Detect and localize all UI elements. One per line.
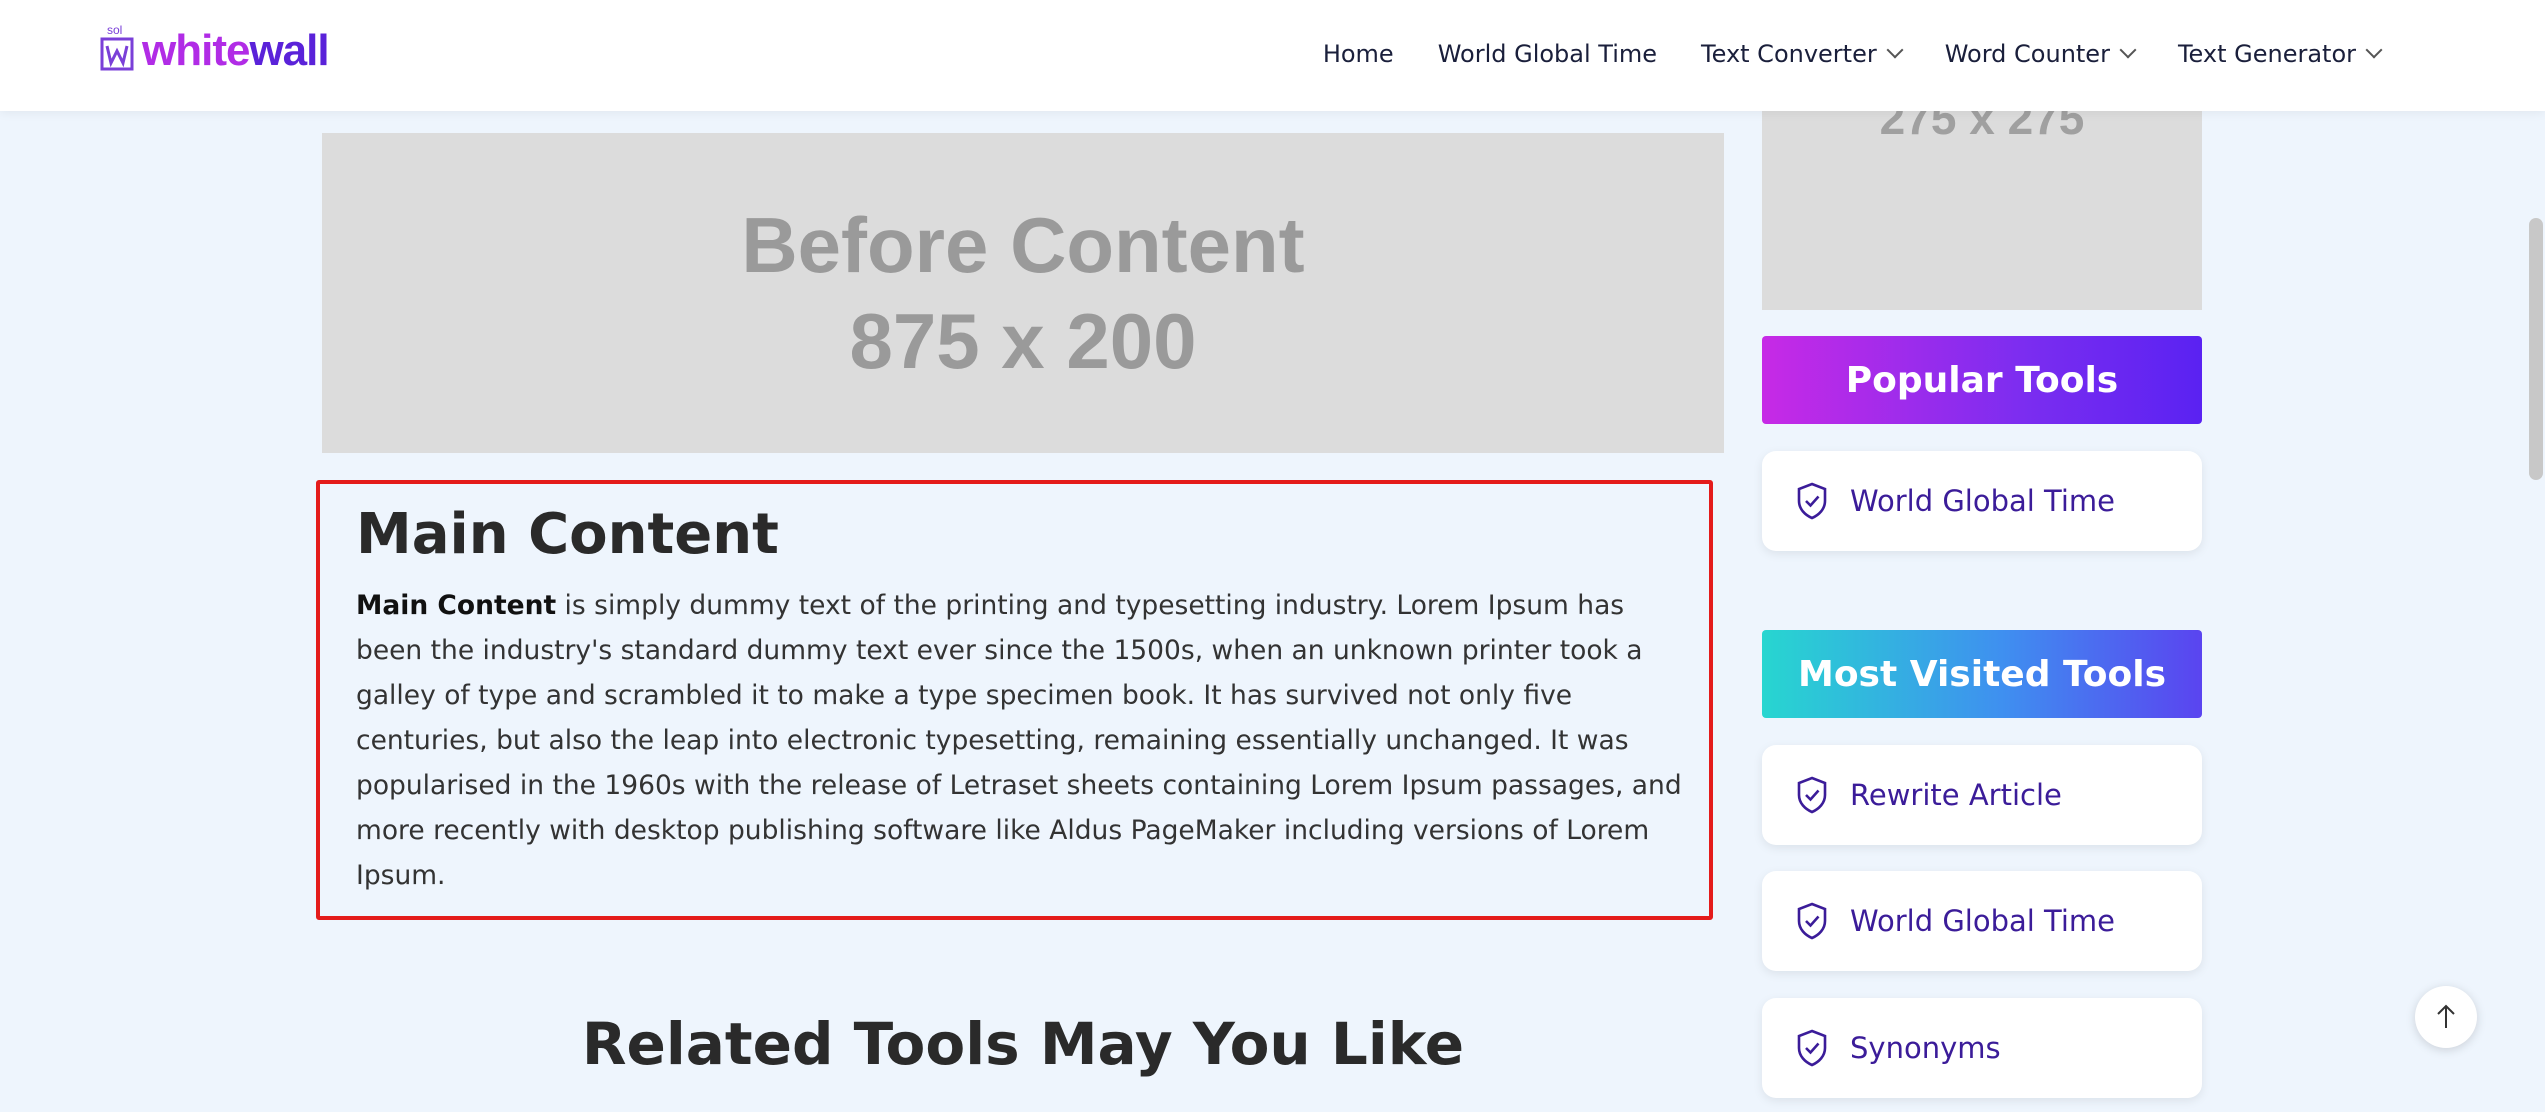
nav-world-global-time[interactable]: World Global Time [1438, 40, 1657, 68]
scroll-to-top-button[interactable] [2415, 986, 2477, 1048]
main-nav: Home World Global Time Text Converter Wo… [1279, 0, 2383, 108]
before-content-ad: Before Content 875 x 200 [322, 133, 1724, 453]
tool-label: Synonyms [1850, 1031, 2001, 1065]
nav-word-counter-label: Word Counter [1944, 40, 2110, 68]
chevron-down-icon [2365, 41, 2383, 59]
chevron-down-icon [1886, 41, 1904, 59]
nav-text-converter-label: Text Converter [1701, 40, 1877, 68]
main-paragraph: Main Content is simply dummy text of the… [356, 583, 1685, 898]
nav-home-label: Home [1322, 40, 1394, 68]
shield-check-icon [1797, 482, 1827, 520]
main-title: Main Content [356, 502, 779, 567]
shield-check-icon [1797, 902, 1827, 940]
shield-check-icon [1797, 776, 1827, 814]
chevron-down-icon [2119, 41, 2137, 59]
nav-word-counter[interactable]: Word Counter [1944, 40, 2137, 68]
ad-size: 875 x 200 [849, 297, 1197, 385]
nav-world-global-time-label: World Global Time [1437, 40, 1658, 68]
scrollbar-thumb[interactable] [2529, 218, 2543, 480]
ad-title: Before Content [741, 201, 1305, 289]
nav-home[interactable]: Home [1323, 40, 1394, 68]
main-content-section: Main Content Main Content is simply dumm… [316, 480, 1713, 920]
main-body: is simply dummy text of the printing and… [356, 590, 1682, 891]
visited-tool-synonyms[interactable]: Synonyms [1762, 998, 2202, 1098]
logo-small-text: sol [107, 23, 123, 37]
logo-text: whitewall [142, 26, 330, 76]
tool-label: World Global Time [1850, 904, 2116, 938]
sidebar-ad: 275 x 275 [1762, 100, 2202, 310]
tool-label: World Global Time [1850, 484, 2116, 518]
related-tools-heading: Related Tools May You Like [581, 1010, 1465, 1078]
shield-check-icon [1797, 1029, 1827, 1067]
popular-tools-header: Popular Tools [1762, 336, 2202, 424]
most-visited-tools-header: Most Visited Tools [1762, 630, 2202, 718]
site-header: sol whitewall Home World Global Time Tex… [0, 0, 2545, 111]
page-scrollbar[interactable] [2527, 0, 2545, 1112]
logo-text-white: white [142, 26, 250, 75]
visited-tool-world-global-time[interactable]: World Global Time [1762, 871, 2202, 971]
nav-text-generator-label: Text Generator [2177, 40, 2356, 68]
main-lead: Main Content [356, 590, 557, 621]
popular-tool-world-global-time[interactable]: World Global Time [1762, 451, 2202, 551]
most-visited-tools-title: Most Visited Tools [1798, 653, 2166, 695]
popular-tools-title: Popular Tools [1845, 359, 2119, 401]
tool-label: Rewrite Article [1850, 778, 2062, 812]
nav-text-converter[interactable]: Text Converter [1701, 40, 1904, 68]
logo-mark-icon: sol [100, 23, 136, 71]
nav-text-generator[interactable]: Text Generator [2177, 40, 2383, 68]
arrow-up-icon [2437, 1004, 2455, 1028]
logo[interactable]: sol whitewall [100, 23, 330, 78]
visited-tool-rewrite-article[interactable]: Rewrite Article [1762, 745, 2202, 845]
logo-text-wall: wall [249, 26, 329, 75]
